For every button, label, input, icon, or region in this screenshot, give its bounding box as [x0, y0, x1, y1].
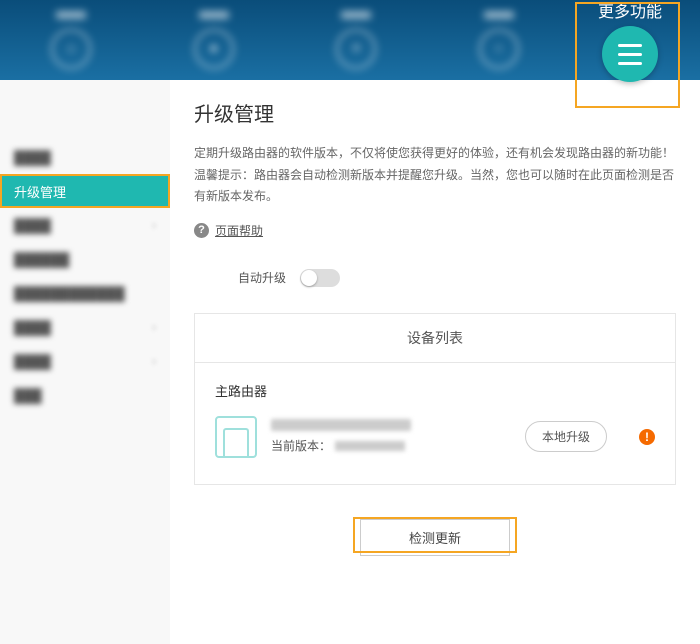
device-row: 当前版本： 本地升级 ! — [215, 416, 655, 458]
router-icon — [215, 416, 257, 458]
panel-title: 设备列表 — [195, 314, 675, 363]
top-bar: ☆ ● ≡ ○ 更多功能 — [0, 0, 700, 80]
page-title: 升级管理 — [194, 98, 676, 127]
desc-line-1: 定期升级路由器的软件版本，不仅将使您获得更好的体验，还有机会发现路由器的新功能！ — [194, 143, 676, 165]
desc-line-2: 温馨提示：路由器会自动检测新版本并提醒您升级。当然，您也可以随时在此页面检测是否… — [194, 165, 676, 208]
device-name-blurred — [271, 419, 411, 431]
auto-upgrade-label: 自动升级 — [238, 269, 286, 286]
warning-icon: ! — [639, 429, 655, 445]
sidebar-item-blurred[interactable]: ████› — [0, 310, 170, 344]
sidebar-item-upgrade[interactable]: 升级管理 — [0, 174, 170, 208]
sidebar-item-blurred[interactable]: ████› — [0, 208, 170, 242]
device-list-panel: 设备列表 主路由器 当前版本： 本地升级 ! — [194, 313, 676, 485]
top-nav-blurred: ☆ ● ≡ ○ — [0, 0, 570, 80]
hamburger-icon[interactable] — [602, 26, 658, 82]
check-update-button[interactable]: 检测更新 — [360, 519, 510, 556]
sidebar: ████ 升级管理 ████› ██████ ████████████ ████… — [0, 80, 170, 644]
sidebar-item-blurred[interactable]: ███ — [0, 378, 170, 412]
main-content: 升级管理 定期升级路由器的软件版本，不仅将使您获得更好的体验，还有机会发现路由器… — [170, 80, 700, 644]
description: 定期升级路由器的软件版本，不仅将使您获得更好的体验，还有机会发现路由器的新功能！… — [194, 143, 676, 208]
local-upgrade-button[interactable]: 本地升级 — [525, 421, 607, 452]
sidebar-active-label: 升级管理 — [14, 182, 66, 201]
more-menu[interactable]: 更多功能 — [598, 0, 662, 82]
auto-upgrade-switch[interactable] — [300, 269, 340, 287]
footer-button-wrap: 检测更新 — [194, 519, 676, 556]
sidebar-item-blurred[interactable]: ████ — [0, 140, 170, 174]
version-value-blurred — [335, 441, 405, 451]
help-row: ? 页面帮助 — [194, 222, 676, 239]
version-row: 当前版本： — [271, 437, 511, 454]
help-icon: ? — [194, 223, 209, 238]
more-label: 更多功能 — [598, 0, 662, 22]
version-prefix: 当前版本： — [271, 437, 331, 454]
main-router-label: 主路由器 — [215, 381, 655, 400]
auto-upgrade-row: 自动升级 — [194, 269, 676, 287]
help-link[interactable]: 页面帮助 — [215, 222, 263, 239]
sidebar-item-blurred[interactable]: ██████ — [0, 242, 170, 276]
sidebar-item-blurred[interactable]: ████████████ — [0, 276, 170, 310]
sidebar-item-blurred[interactable]: ████› — [0, 344, 170, 378]
